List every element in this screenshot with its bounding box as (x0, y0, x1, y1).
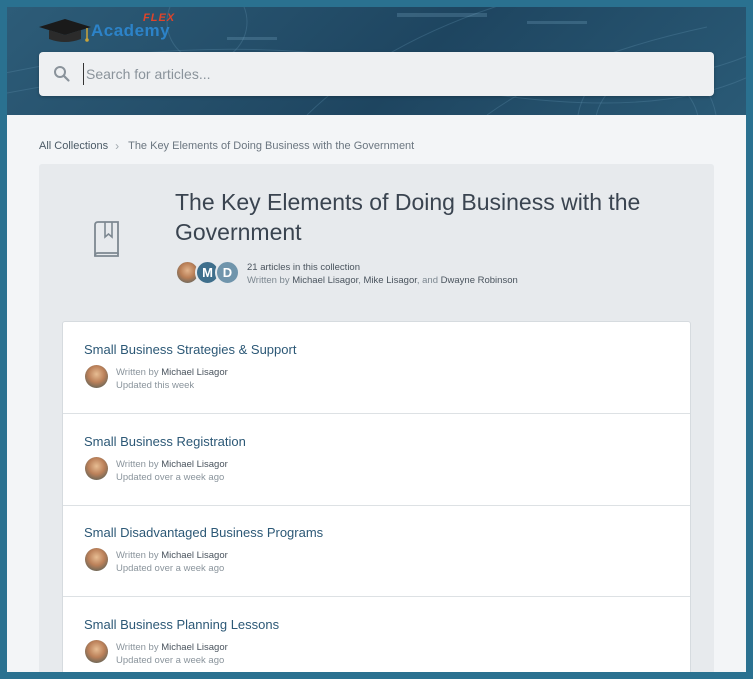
article-title[interactable]: Small Business Strategies & Support (84, 342, 296, 357)
article-title[interactable]: Small Business Planning Lessons (84, 617, 279, 632)
avatar (85, 457, 108, 480)
written-by-label: Written by (116, 459, 159, 470)
search-icon (54, 66, 70, 82)
updated-text: Updated over a week ago (116, 563, 225, 574)
article-title[interactable]: Small Business Registration (84, 434, 246, 449)
article-meta: Written by Michael Lisagor Updated over … (116, 549, 228, 575)
article-item[interactable]: Small Business Planning Lessons Written … (63, 597, 690, 672)
updated-text: Updated this week (116, 380, 195, 391)
written-by-label: Written by (116, 550, 159, 561)
header-banner: FLEX Academy (7, 7, 746, 115)
collection-meta: 21 articles in this collection Written b… (247, 261, 518, 287)
avatar (85, 640, 108, 663)
article-item[interactable]: Small Disadvantaged Business Programs Wr… (63, 505, 690, 597)
graduation-cap-icon (39, 19, 91, 42)
article-title[interactable]: Small Disadvantaged Business Programs (84, 525, 323, 540)
author-name: Michael Lisagor (292, 275, 359, 286)
author-avatars: M D (175, 260, 245, 286)
breadcrumb-all-collections[interactable]: All Collections (39, 140, 108, 152)
collection-title: The Key Elements of Doing Business with … (175, 189, 641, 245)
flex-academy-logo[interactable]: FLEX Academy (35, 11, 195, 45)
author-name: Michael Lisagor (161, 642, 228, 653)
author-name: Michael Lisagor (161, 550, 228, 561)
avatar (85, 548, 108, 571)
article-meta: Written by Michael Lisagor Updated over … (116, 458, 228, 484)
book-bookmark-icon (94, 221, 119, 257)
breadcrumb-current: The Key Elements of Doing Business with … (128, 140, 415, 152)
author-name: Michael Lisagor (161, 459, 228, 470)
authors-and: , and (416, 275, 439, 286)
collection-panel: The Key Elements of Doing Business with … (39, 164, 714, 672)
updated-text: Updated over a week ago (116, 655, 225, 666)
article-meta: Written by Michael Lisagor Updated over … (116, 641, 228, 667)
author-name: Michael Lisagor (161, 367, 228, 378)
author-name: Mike Lisagor (363, 275, 417, 286)
help-center-window: FLEX Academy All Collections › The Key E… (7, 7, 746, 672)
logo-academy-text: Academy (91, 21, 171, 40)
search-input[interactable] (83, 63, 683, 85)
avatar (85, 365, 108, 388)
article-item[interactable]: Small Business Registration Written by M… (63, 414, 690, 506)
written-by-prefix: Written by (247, 275, 290, 286)
collection-authors: Written by Michael Lisagor, Mike Lisagor… (247, 275, 518, 286)
article-list: Small Business Strategies & Support Writ… (62, 321, 691, 672)
breadcrumb: All Collections › The Key Elements of Do… (39, 139, 414, 153)
breadcrumb-chevron-icon: › (115, 139, 120, 153)
article-meta: Written by Michael Lisagor Updated this … (116, 366, 228, 392)
author-name: Dwayne Robinson (440, 275, 518, 286)
updated-text: Updated over a week ago (116, 472, 225, 483)
article-count: 21 articles in this collection (247, 262, 360, 273)
search-bar[interactable] (39, 52, 714, 96)
written-by-label: Written by (116, 367, 159, 378)
written-by-label: Written by (116, 642, 159, 653)
avatar-dwayne-robinson: D (215, 260, 240, 285)
article-item[interactable]: Small Business Strategies & Support Writ… (63, 322, 690, 414)
